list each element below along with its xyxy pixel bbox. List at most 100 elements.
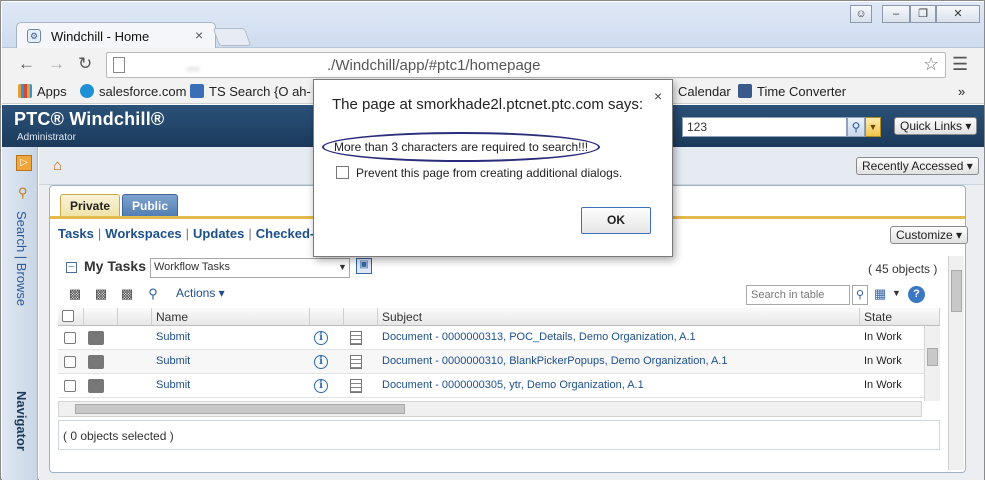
help-icon[interactable]: ? [908,286,925,303]
table-row[interactable]: Submit i Document - 0000000305, ytr, Dem… [58,374,940,398]
actions-menu[interactable]: Actions ▾ [176,286,225,300]
document-icon[interactable] [350,379,362,393]
tab-bar: ⚙ Windchill - Home × ☺ – ❐ ✕ [2,2,984,50]
browser-window: ⚙ Windchill - Home × ☺ – ❐ ✕ ← → ↻ ... .… [0,0,985,480]
collapse-icon[interactable]: – [66,262,77,273]
task-name-link[interactable]: Submit [156,379,190,391]
table-search-input[interactable]: Search in table [746,285,850,305]
bookmark-ts-search[interactable]: TS Search [190,84,270,99]
select-all-header [58,308,84,326]
task-view-select[interactable]: Workflow Tasks [150,258,350,278]
select-all-checkbox[interactable] [62,310,74,322]
task-reassign-icon[interactable]: ▩ [92,286,110,302]
bookmarks-overflow[interactable]: » [958,84,965,99]
apps-grid-icon [18,84,32,98]
task-complete-icon[interactable]: ▩ [66,286,84,302]
navigator-label[interactable]: Navigator [14,391,29,451]
info-icon[interactable]: i [314,379,328,393]
tasks-link[interactable]: Tasks [58,226,94,241]
expand-navigator-icon[interactable]: ▷ [16,155,32,171]
object-count: ( 45 objects ) [868,262,938,276]
task-delete-icon[interactable]: ▩ [118,286,136,302]
save-view-icon[interactable]: ▣ [356,258,372,274]
recently-accessed-button[interactable]: Recently Accessed ▾ [856,157,979,175]
table-row[interactable]: Submit i Document - 0000000310, BlankPic… [58,350,940,374]
bookmark-apps[interactable]: Apps [18,84,67,99]
horizontal-scrollbar[interactable] [58,401,922,417]
tab-title: Windchill - Home [51,29,150,44]
bookmark-ah[interactable]: {O ah- [274,84,311,99]
chevron-down-icon[interactable]: ▼ [338,262,347,272]
scroll-thumb[interactable] [927,348,938,366]
table-vertical-scrollbar[interactable] [924,326,940,401]
close-icon[interactable]: × [654,88,662,104]
tab-public[interactable]: Public [122,194,179,218]
reload-icon[interactable]: ↻ [78,54,92,74]
column-header-subject[interactable]: Subject [378,308,860,326]
bookmark-calendar[interactable]: Calendar [678,84,731,99]
task-state: In Work [864,355,902,367]
column-header-name[interactable]: Name [152,308,310,326]
chevron-down-icon[interactable]: ▼ [892,288,901,298]
ok-button[interactable]: OK [581,207,651,234]
close-window-button[interactable]: ✕ [936,5,980,23]
updates-link[interactable]: Updates [193,226,244,241]
search-type-dropdown[interactable]: ▼ [865,117,881,137]
task-subject-link[interactable]: Document - 0000000305, ytr, Demo Organiz… [382,379,644,391]
info-icon[interactable]: i [314,355,328,369]
search-icon[interactable]: ⚲ [847,117,865,137]
workflow-task-icon [88,331,104,345]
scroll-thumb[interactable] [75,404,405,414]
task-name-link[interactable]: Submit [156,331,190,343]
prevent-dialogs-label[interactable]: Prevent this page from creating addition… [356,166,622,180]
bookmark-star-icon[interactable]: ☆ [923,54,939,75]
row-checkbox[interactable] [64,332,76,344]
scroll-thumb[interactable] [951,270,962,312]
address-bar[interactable]: ... ./Windchill/app/#ptc1/homepage ☆ [106,52,946,78]
header-search-input[interactable]: 123 [682,117,847,137]
task-state: In Work [864,379,902,391]
task-subject-link[interactable]: Document - 0000000313, POC_Details, Demo… [382,331,696,343]
forward-arrow-icon[interactable]: → [48,54,65,74]
row-checkbox[interactable] [64,380,76,392]
document-icon[interactable] [350,331,362,345]
tab-private[interactable]: Private [60,194,121,218]
restore-button[interactable]: ❐ [910,5,936,23]
browser-tab-windchill-home[interactable]: ⚙ Windchill - Home × [16,22,216,50]
info-icon[interactable]: i [314,331,328,345]
column-header-info[interactable] [310,308,344,326]
row-checkbox[interactable] [64,356,76,368]
prevent-dialogs-checkbox[interactable] [336,166,349,179]
search-browse-link[interactable]: Search | Browse [14,211,29,306]
column-header-doc[interactable] [344,308,378,326]
search-icon[interactable]: ⚲ [18,185,28,201]
column-header-state[interactable]: State [860,308,940,326]
document-icon[interactable] [350,355,362,369]
column-header-actions[interactable] [118,308,152,326]
bookmark-time-converter[interactable]: Time Converter [738,84,846,99]
back-arrow-icon[interactable]: ← [18,54,35,74]
table-row[interactable]: Submit i Document - 0000000313, POC_Deta… [58,326,940,350]
task-name-link[interactable]: Submit [156,355,190,367]
task-subject-link[interactable]: Document - 0000000310, BlankPickerPopups… [382,355,727,367]
windchill-logo: PTC® Windchill® [14,109,165,129]
selection-status: ( 0 objects selected ) [58,420,940,450]
profile-icon[interactable]: ☺ [850,5,872,23]
left-navigator-panel: ▷ ⚲ Search | Browse Navigator [2,147,38,480]
search-icon[interactable]: ⚲ [144,286,162,302]
column-header-type[interactable] [84,308,118,326]
bookmark-salesforce[interactable]: salesforce.com [80,84,186,99]
customize-button[interactable]: Customize ▾ [890,226,969,244]
new-tab-button[interactable] [212,28,252,46]
tasks-table: Name Subject State Submit i Document - 0… [58,308,940,416]
workflow-task-icon [88,355,104,369]
chrome-menu-icon[interactable]: ☰ [952,54,968,75]
quick-links-button[interactable]: Quick Links ▾ [894,117,978,135]
search-icon[interactable]: ⚲ [852,285,868,305]
page-vertical-scrollbar[interactable] [948,256,964,470]
tab-close-icon[interactable]: × [195,27,203,43]
minimize-button[interactable]: – [882,5,910,23]
home-icon[interactable]: ⌂ [53,157,62,174]
column-settings-icon[interactable]: ▦ [874,286,886,302]
workspaces-link[interactable]: Workspaces [105,226,181,241]
